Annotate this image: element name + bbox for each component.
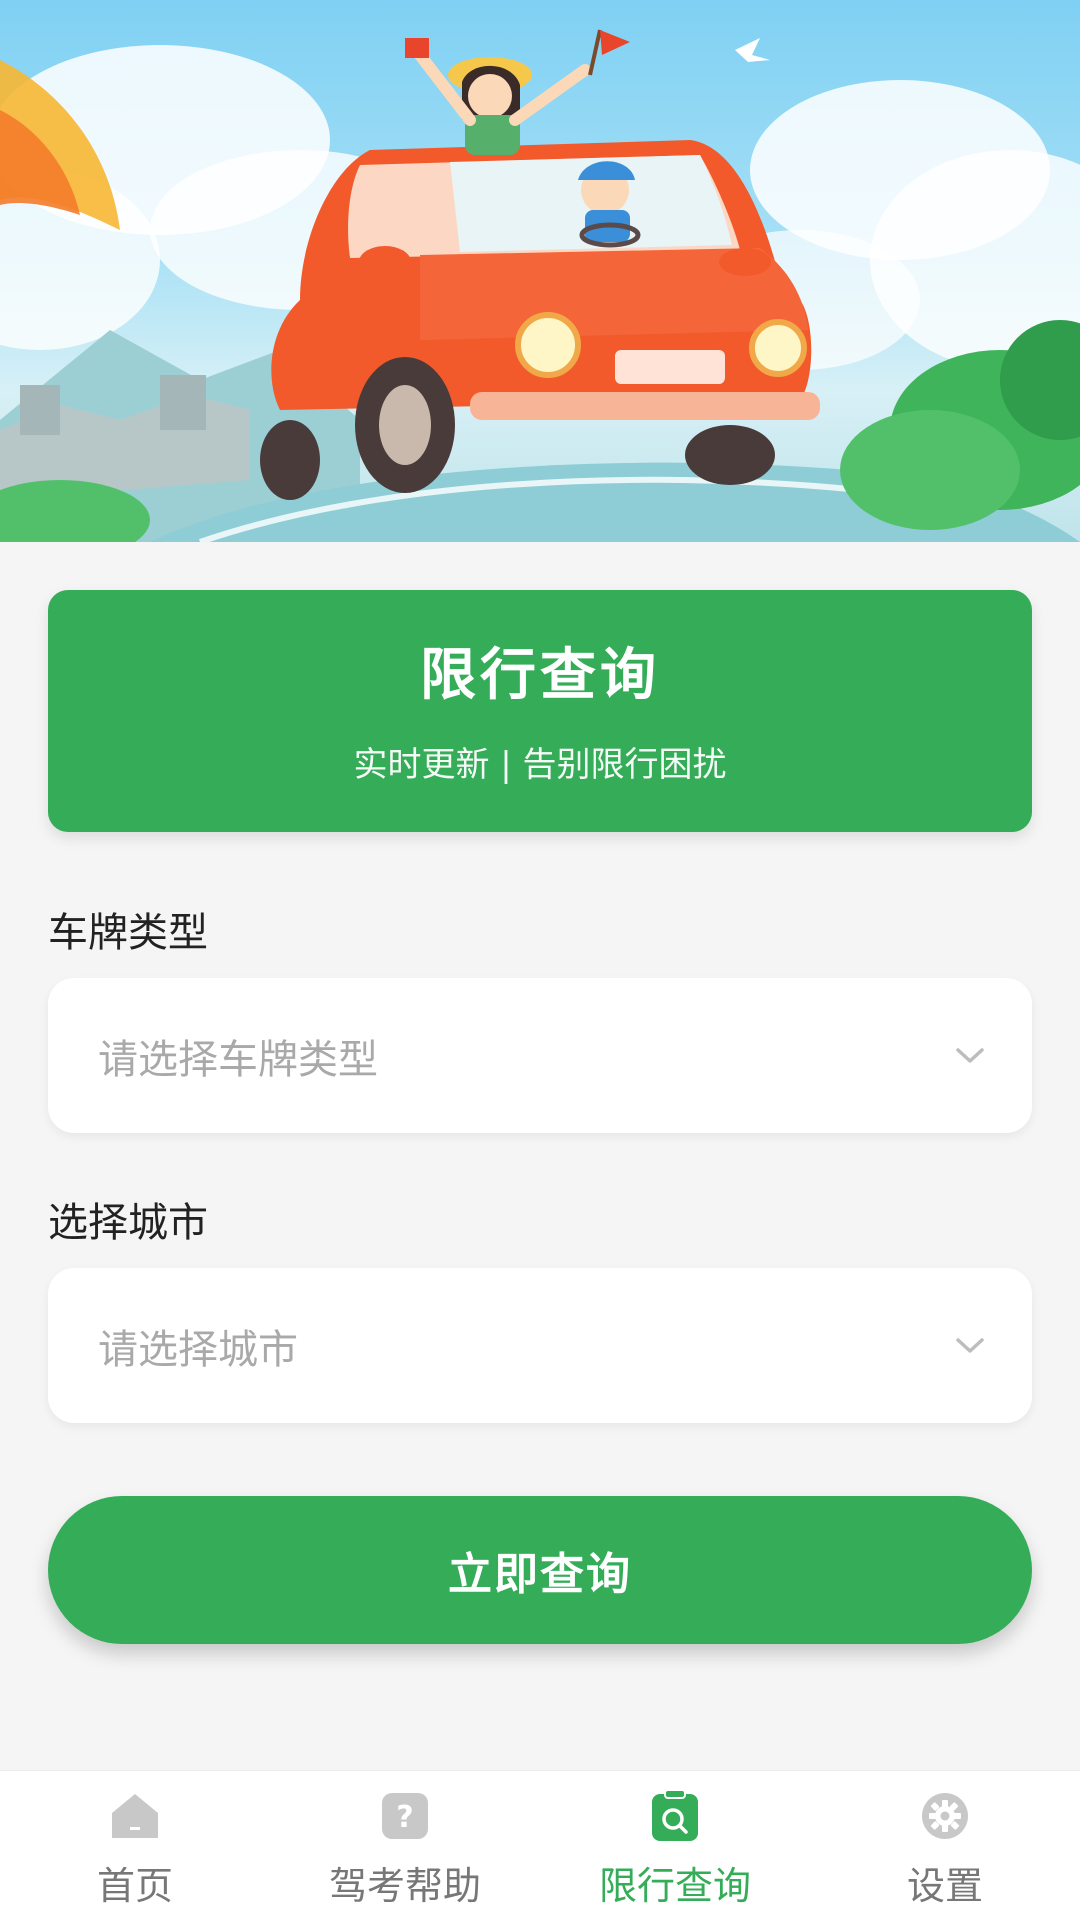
- chevron-down-icon: [952, 1328, 988, 1364]
- tab-exam-help[interactable]: ? 驾考帮助: [270, 1771, 540, 1920]
- plate-type-select[interactable]: 请选择车牌类型: [48, 978, 1032, 1133]
- city-placeholder: 请选择城市: [98, 1326, 298, 1373]
- plate-type-placeholder: 请选择车牌类型: [98, 1036, 378, 1083]
- restriction-query-banner: 限行查询 实时更新 | 告别限行困扰: [48, 590, 1032, 832]
- tab-restriction-query[interactable]: 限行查询: [540, 1771, 810, 1920]
- banner-title: 限行查询: [420, 643, 660, 708]
- plate-type-label: 车牌类型: [48, 910, 208, 956]
- tab-settings-label: 设置: [906, 1864, 983, 1908]
- svg-text:?: ?: [396, 1800, 413, 1835]
- tab-exam-help-label: 驾考帮助: [328, 1864, 481, 1908]
- bottom-tab-bar: 首页 ? 驾考帮助 限行查询 设置: [0, 1770, 1080, 1920]
- chevron-down-icon: [952, 1038, 988, 1074]
- tab-restriction-query-label: 限行查询: [598, 1864, 751, 1908]
- banner-subtitle: 实时更新 | 告别限行困扰: [353, 745, 727, 785]
- home-icon: [108, 1789, 162, 1843]
- search-clipboard-icon: [648, 1789, 702, 1843]
- city-label: 选择城市: [48, 1200, 208, 1246]
- question-icon: ?: [378, 1789, 432, 1843]
- car-trip-illustration: [0, 29, 1080, 542]
- tab-settings[interactable]: 设置: [810, 1771, 1080, 1920]
- tab-home[interactable]: 首页: [0, 1771, 270, 1920]
- hero-illustration: [0, 0, 1080, 542]
- query-now-button[interactable]: 立即查询: [48, 1496, 1032, 1644]
- tab-home-label: 首页: [96, 1864, 173, 1908]
- gear-icon: [918, 1789, 972, 1843]
- city-select[interactable]: 请选择城市: [48, 1268, 1032, 1423]
